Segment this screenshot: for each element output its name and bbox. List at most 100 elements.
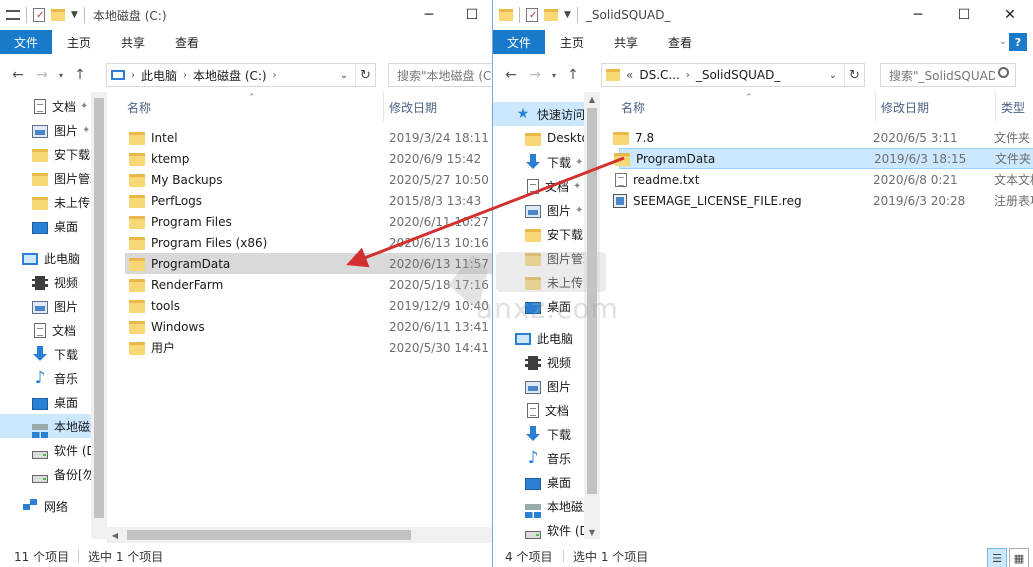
tab-view[interactable]: 查看 — [653, 30, 707, 54]
scroll-down-icon[interactable]: ▼ — [584, 525, 600, 539]
back-button[interactable]: ← — [499, 67, 523, 83]
nav-item[interactable]: 桌面 — [493, 294, 584, 318]
tab-file[interactable]: 文件 — [493, 30, 546, 54]
nav-item[interactable]: ♪ 音乐 — [0, 366, 91, 390]
nav-item[interactable]: 桌面 — [493, 470, 584, 494]
navigation-scrollbar[interactable]: ▲ ▼ — [584, 92, 600, 539]
forward-button[interactable]: → — [30, 67, 54, 83]
file-row[interactable]: Program Files 2020/6/11 10:27 — [107, 211, 492, 232]
file-row[interactable]: PerfLogs 2015/8/3 13:43 — [107, 190, 492, 211]
nav-item[interactable]: 下载 — [493, 422, 584, 446]
refresh-button[interactable]: ↻ — [355, 64, 375, 86]
maximize-button[interactable]: ☐ — [452, 0, 492, 30]
scrollbar-thumb[interactable] — [94, 98, 104, 518]
nav-item[interactable]: 文档 — [493, 398, 584, 422]
file-row[interactable]: tools 2019/12/9 10:40 — [107, 295, 492, 316]
nav-item[interactable]: 软件 (D:) — [0, 438, 104, 462]
up-button[interactable]: ↑ — [68, 67, 92, 83]
nav-item[interactable]: 本地磁盘 (C:) — [493, 494, 589, 518]
column-header-date[interactable]: 修改日期 — [389, 92, 437, 122]
customize-qa-chevron-icon[interactable]: ▼ — [564, 10, 571, 20]
breadcrumb-this-pc[interactable]: 此电脑 — [141, 67, 177, 84]
forward-button[interactable]: → — [523, 67, 547, 83]
address-dropdown-icon[interactable]: ⌄ — [335, 64, 353, 86]
help-icon[interactable]: ? — [1009, 33, 1027, 51]
search-input[interactable]: 搜索"_SolidSQUAD_" — [880, 63, 1016, 87]
file-row[interactable]: 用户 2020/5/30 14:41 — [107, 337, 492, 358]
nav-item[interactable]: 下载 ✦ — [493, 150, 584, 174]
new-folder-icon[interactable] — [544, 9, 558, 21]
nav-item[interactable]: 软件 (D:) — [493, 518, 589, 539]
file-row[interactable]: Windows 2020/6/11 13:41 — [107, 316, 492, 337]
nav-item[interactable]: 桌面 — [0, 390, 91, 414]
customize-qa-chevron-icon[interactable]: ▼ — [71, 10, 78, 20]
breadcrumb-solidsquad[interactable]: _SolidSQUAD_ — [696, 68, 781, 82]
breadcrumb-local-disk[interactable]: 本地磁盘 (C:) — [193, 67, 267, 84]
nav-item[interactable]: 未上传 — [493, 270, 584, 294]
nav-item[interactable]: 图片 — [493, 374, 584, 398]
nav-item[interactable]: 文档 — [0, 318, 91, 342]
scroll-left-icon[interactable]: ◀ — [107, 528, 123, 542]
nav-item[interactable]: 文档 ✦ — [0, 94, 91, 118]
column-divider[interactable] — [875, 92, 876, 122]
nav-item[interactable]: 安下载 — [493, 222, 584, 246]
nav-item[interactable]: 网络 — [0, 494, 91, 518]
file-row[interactable]: readme.txt 2020/6/8 0:21 文本文档 — [601, 169, 1033, 190]
file-row[interactable]: Program Files (x86) 2020/6/13 10:16 — [107, 232, 492, 253]
search-icon[interactable] — [998, 67, 1009, 78]
nav-item[interactable]: 备份[勿删] (E:) — [0, 462, 106, 486]
tab-home[interactable]: 主页 — [545, 30, 599, 54]
refresh-button[interactable]: ↻ — [844, 64, 864, 86]
address-bar[interactable]: › 此电脑 › 本地磁盘 (C:) › ⌄ ↻ — [106, 63, 376, 87]
search-input[interactable]: 搜索"本地磁盘 (C:)" — [388, 63, 492, 87]
properties-icon[interactable]: ✓ — [526, 8, 538, 22]
nav-item[interactable]: 图片管理 — [0, 166, 102, 190]
minimize-button[interactable]: ─ — [406, 0, 452, 30]
tab-view[interactable]: 查看 — [160, 30, 214, 54]
new-folder-icon[interactable] — [51, 9, 65, 21]
file-row[interactable]: ProgramData 2020/6/13 11:57 — [125, 253, 492, 274]
scrollbar-thumb[interactable] — [587, 108, 597, 494]
file-row[interactable]: ProgramData 2019/6/3 18:15 文件夹 — [614, 148, 1033, 169]
address-dropdown-icon[interactable]: ⌄ — [824, 64, 842, 86]
app-menu-icon[interactable] — [6, 10, 20, 20]
navigation-scrollbar[interactable] — [91, 92, 107, 539]
recent-locations-button[interactable]: ▾ — [547, 71, 561, 80]
column-header-type[interactable]: 类型 — [1001, 92, 1025, 122]
details-view-button[interactable]: ☰ — [987, 548, 1007, 567]
nav-item[interactable]: 文档 ✦ — [493, 174, 584, 198]
nav-item[interactable]: 本地磁盘 (C:) — [0, 414, 106, 438]
minimize-button[interactable]: ─ — [895, 0, 941, 30]
nav-item[interactable]: 未上传 — [0, 190, 91, 214]
close-button[interactable]: ✕ — [987, 0, 1033, 30]
breadcrumb-overflow[interactable]: « — [626, 68, 633, 82]
back-button[interactable]: ← — [6, 67, 30, 83]
tab-home[interactable]: 主页 — [52, 30, 106, 54]
column-header-name[interactable]: 名称 — [127, 92, 151, 122]
tab-share[interactable]: 共享 — [106, 30, 160, 54]
nav-item[interactable]: ★ 快速访问 — [493, 102, 585, 126]
file-row[interactable]: My Backups 2020/5/27 10:50 — [107, 169, 492, 190]
file-row[interactable]: Intel 2019/3/24 18:11 — [107, 127, 492, 148]
nav-item[interactable]: 图片 ✦ — [0, 118, 91, 142]
nav-item[interactable]: 图片 ✦ — [493, 198, 584, 222]
scroll-up-icon[interactable]: ▲ — [584, 92, 600, 106]
breadcrumb-ds[interactable]: DS.C... — [639, 68, 680, 82]
nav-item[interactable]: 此电脑 — [0, 246, 91, 270]
file-row[interactable]: SEEMAGE_LICENSE_FILE.reg 2019/6/3 20:28 注册… — [601, 190, 1033, 211]
nav-item[interactable]: 桌面 — [0, 214, 91, 238]
file-row[interactable]: ktemp 2020/6/9 15:42 — [107, 148, 492, 169]
column-header-name[interactable]: 名称 — [621, 92, 645, 122]
maximize-button[interactable]: ☐ — [941, 0, 987, 30]
column-divider[interactable] — [995, 92, 996, 122]
nav-item[interactable]: 视频 — [493, 350, 584, 374]
nav-item[interactable]: Desktop✦ — [493, 126, 589, 150]
nav-item[interactable]: 图片管理 — [493, 246, 589, 270]
properties-icon[interactable]: ✓ — [33, 8, 45, 22]
column-divider[interactable] — [383, 92, 384, 122]
column-header-date[interactable]: 修改日期 — [881, 92, 929, 122]
file-row[interactable]: RenderFarm 2020/5/18 17:16 — [107, 274, 492, 295]
ribbon-expand-icon[interactable]: ⌄ — [999, 36, 1007, 47]
tab-file[interactable]: 文件 — [0, 30, 53, 54]
file-row[interactable]: 7.8 2020/6/5 3:11 文件夹 — [601, 127, 1033, 148]
